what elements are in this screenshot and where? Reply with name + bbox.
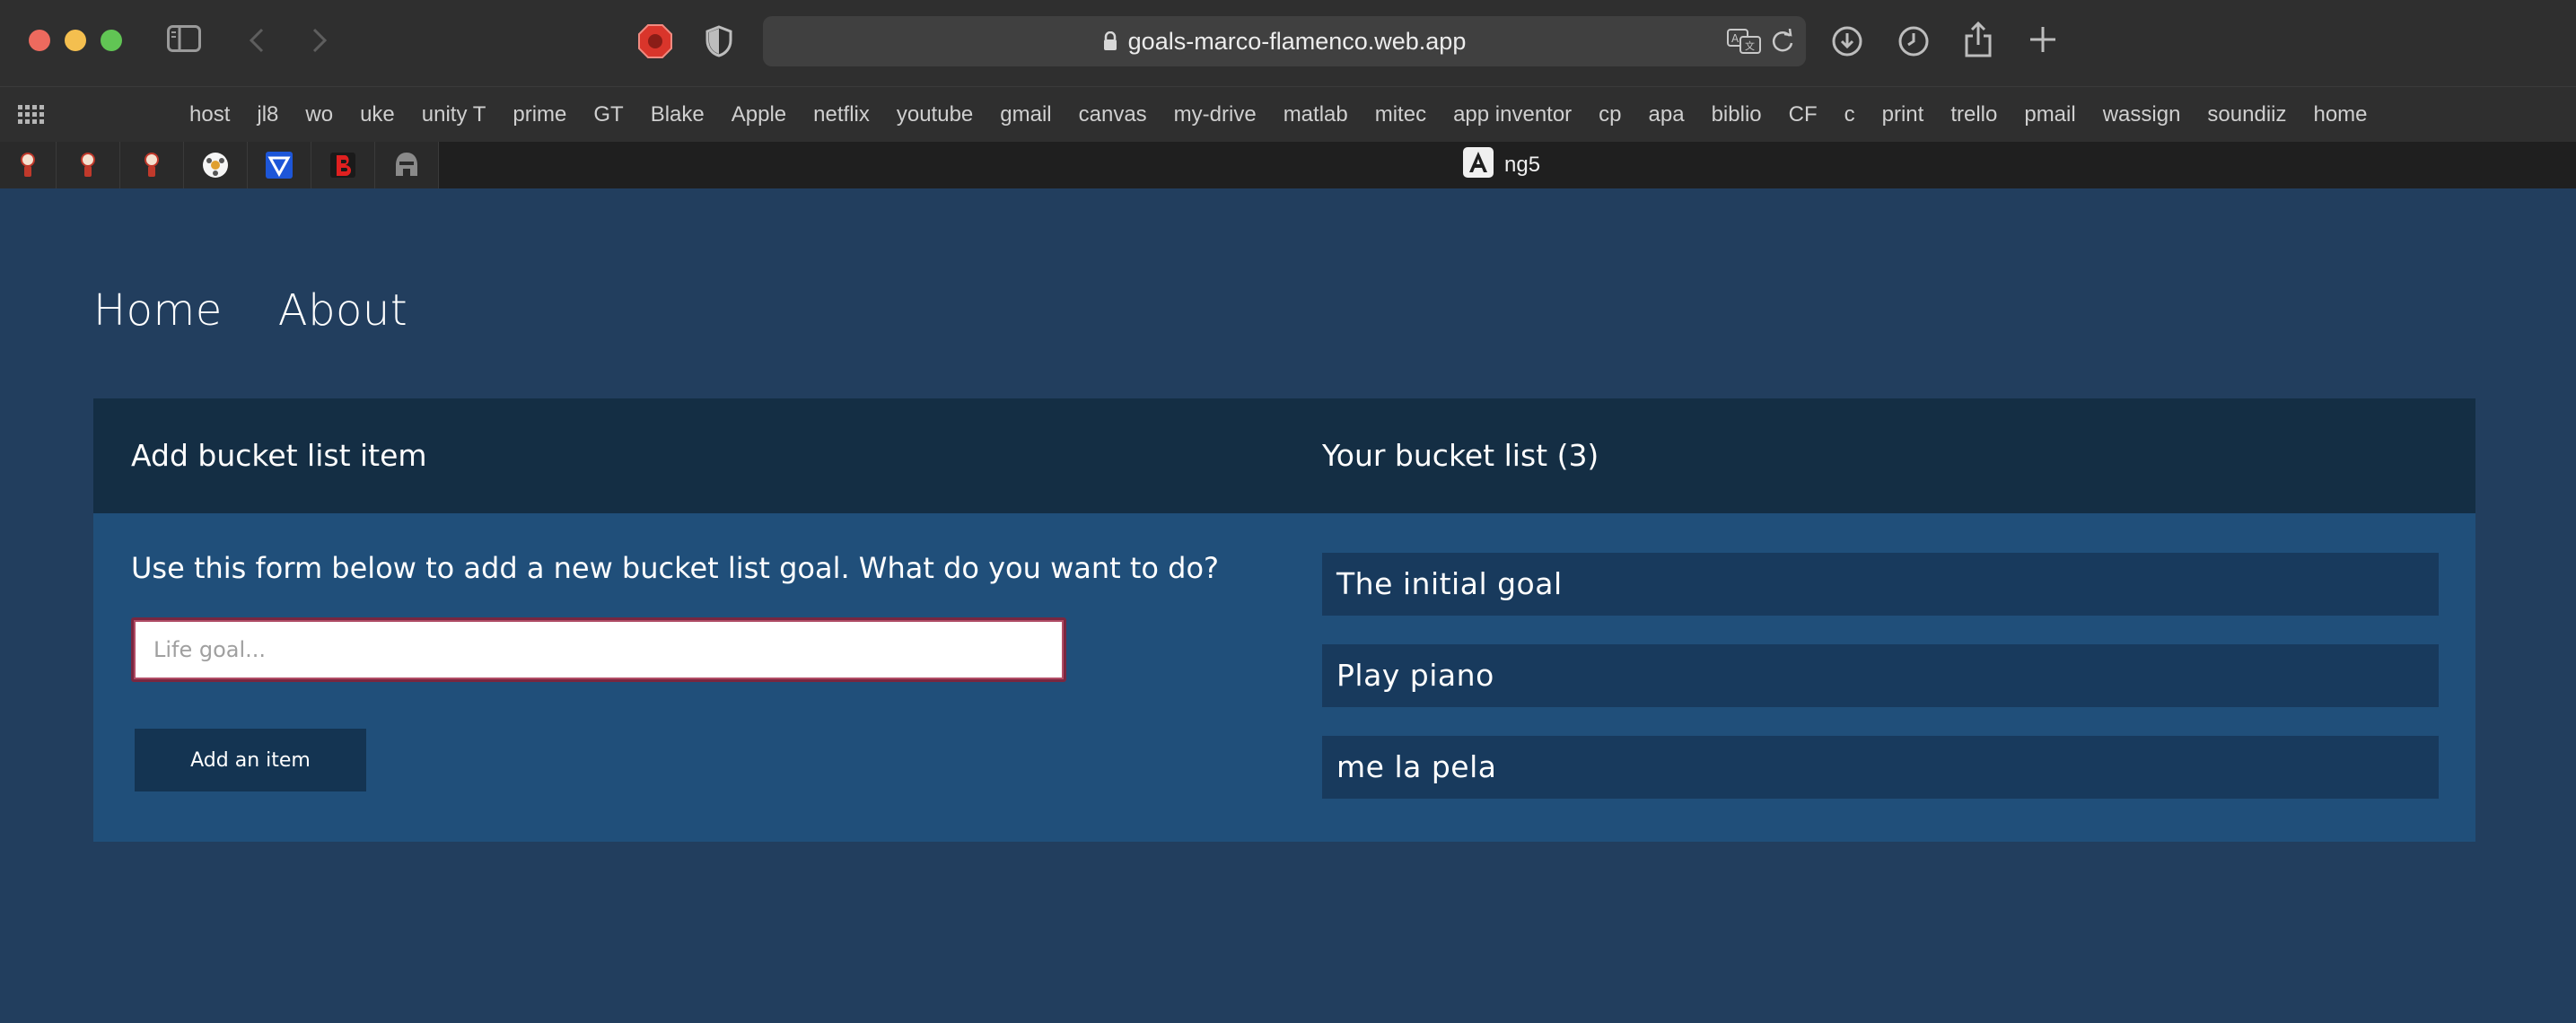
bookmark-item[interactable]: cp — [1585, 102, 1634, 127]
pinned-tab[interactable] — [0, 142, 57, 188]
history-icon[interactable] — [1897, 25, 1930, 57]
new-tab-icon[interactable] — [2028, 25, 2057, 54]
goal-list: The initial goal Play piano me la pela — [1322, 553, 2439, 827]
lock-icon — [1103, 18, 1117, 68]
bookmark-item[interactable]: uke — [346, 102, 408, 127]
add-item-button[interactable]: Add an item — [135, 729, 366, 791]
bookmark-item[interactable]: app inventor — [1440, 102, 1585, 127]
tab-bar: ng5 — [0, 142, 2576, 190]
bookmark-item[interactable]: print — [1869, 102, 1938, 127]
bucket-list-container: Add bucket list item Your bucket list (3… — [93, 398, 2475, 842]
nav-about-link[interactable]: About — [278, 285, 407, 336]
close-window-button[interactable] — [29, 30, 50, 51]
bookmark-item[interactable]: matlab — [1270, 102, 1362, 127]
downloads-icon[interactable] — [1831, 25, 1863, 57]
pinned-tab-icon — [330, 153, 355, 178]
bookmark-item[interactable]: my-drive — [1161, 102, 1270, 127]
list-panel-title: Your bucket list (3) — [1322, 438, 1599, 473]
svg-text:A: A — [1731, 32, 1739, 45]
bookmark-item[interactable]: prime — [499, 102, 580, 127]
pinned-tab[interactable] — [375, 142, 439, 188]
bookmark-item[interactable]: host — [176, 102, 243, 127]
main-nav: Home About — [93, 285, 407, 336]
bookmark-item[interactable]: biblio — [1698, 102, 1775, 127]
translate-icon[interactable]: A文 — [1727, 29, 1761, 54]
bookmark-item[interactable]: gmail — [986, 102, 1065, 127]
bookmark-item[interactable]: soundiiz — [2194, 102, 2300, 127]
address-bar[interactable]: goals-marco-flamenco.web.app A文 — [763, 16, 1806, 66]
bookmarks-bar: host jl8 wo uke unity T prime GT Blake A… — [0, 86, 2576, 143]
pinned-tab-icon — [81, 153, 95, 177]
browser-toolbar: goals-marco-flamenco.web.app A文 — [0, 0, 2576, 86]
shield-icon[interactable] — [705, 25, 732, 57]
bookmark-item[interactable]: GT — [580, 102, 636, 127]
angular-icon — [1463, 146, 1494, 184]
pinned-tab-icon — [266, 152, 293, 179]
share-icon[interactable] — [1964, 22, 1993, 57]
page: Home About Add bucket list item Your buc… — [0, 188, 2576, 1023]
life-goal-input[interactable] — [131, 617, 1066, 682]
tab-title: ng5 — [1504, 153, 1541, 177]
apps-grid-icon[interactable] — [18, 105, 45, 128]
bookmark-item[interactable]: canvas — [1065, 102, 1161, 127]
panel-body: Use this form below to add a new bucket … — [93, 513, 2475, 842]
goal-list-item[interactable]: me la pela — [1322, 736, 2439, 799]
bookmark-item[interactable]: mitec — [1362, 102, 1440, 127]
bookmark-item[interactable]: Blake — [637, 102, 718, 127]
bookmark-item[interactable]: apa — [1635, 102, 1698, 127]
bookmark-item[interactable]: pmail — [2011, 102, 2089, 127]
tab-ng5[interactable]: ng5 — [1463, 142, 1540, 188]
add-panel-title: Add bucket list item — [131, 438, 427, 473]
pinned-tab[interactable] — [120, 142, 184, 188]
bookmark-item[interactable]: c — [1831, 102, 1869, 127]
stop-extension-icon[interactable] — [637, 23, 673, 59]
pinned-tab-icon — [203, 153, 228, 178]
form-description: Use this form below to add a new bucket … — [131, 551, 1220, 585]
bookmark-item[interactable]: netflix — [800, 102, 883, 127]
pinned-tab-icon — [145, 153, 159, 177]
svg-text:文: 文 — [1745, 39, 1755, 52]
nav-home-link[interactable]: Home — [93, 285, 223, 336]
pinned-tab[interactable] — [184, 142, 248, 188]
bookmark-item[interactable]: jl8 — [243, 102, 292, 127]
forward-icon[interactable] — [311, 27, 329, 54]
zoom-window-button[interactable] — [101, 30, 122, 51]
goal-list-item[interactable]: Play piano — [1322, 644, 2439, 707]
pinned-tab[interactable] — [311, 142, 375, 188]
panel-header: Add bucket list item Your bucket list (3… — [93, 398, 2475, 513]
pinned-tab[interactable] — [57, 142, 120, 188]
bookmark-item[interactable]: wo — [292, 102, 346, 127]
pinned-tab-icon — [396, 153, 417, 176]
minimize-window-button[interactable] — [65, 30, 86, 51]
bookmark-item[interactable]: CF — [1775, 102, 1831, 127]
pinned-tab[interactable] — [248, 142, 311, 188]
bookmark-item[interactable]: youtube — [883, 102, 986, 127]
reload-icon[interactable] — [1770, 29, 1795, 54]
url-text: goals-marco-flamenco.web.app — [1127, 28, 1467, 55]
sidebar-toggle-icon[interactable] — [167, 25, 201, 52]
bookmark-item[interactable]: Apple — [718, 102, 800, 127]
bookmark-item[interactable]: trello — [1937, 102, 2011, 127]
goal-list-item[interactable]: The initial goal — [1322, 553, 2439, 616]
bookmark-item[interactable]: wassign — [2090, 102, 2195, 127]
pinned-tab-icon — [21, 153, 35, 177]
bookmark-item[interactable]: home — [2300, 102, 2380, 127]
bookmark-item[interactable]: unity T — [408, 102, 500, 127]
back-icon[interactable] — [248, 27, 266, 54]
bookmark-list: host jl8 wo uke unity T prime GT Blake A… — [176, 87, 2381, 143]
